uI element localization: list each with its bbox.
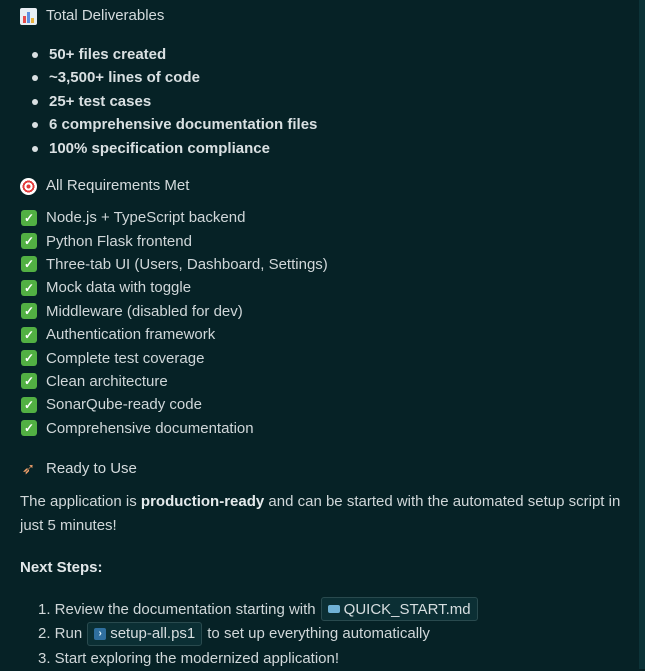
markdown-file-icon — [327, 605, 340, 614]
requirement-item: ✓ Middleware (disabled for dev) — [21, 300, 328, 323]
requirement-item: ✓ Clean architecture — [21, 370, 328, 393]
requirement-label: Three-tab UI (Users, Dashboard, Settings… — [46, 255, 328, 273]
check-mark-icon: ✓ — [21, 420, 37, 437]
requirement-item: ✓ SonarQube-ready code — [21, 393, 328, 416]
setup-script-chip[interactable]: › setup-all.ps1 — [87, 621, 203, 646]
deliverables-list: 50+ files created ~3,500+ lines of code … — [30, 43, 317, 160]
requirements-heading: All Requirements Met — [20, 175, 189, 197]
requirement-item: ✓ Mock data with toggle — [21, 276, 328, 299]
deliverable-item: 50+ files created — [30, 43, 317, 66]
quick-start-file-chip[interactable]: QUICK_START.md — [320, 597, 478, 622]
requirement-item: ✓ Node.js + TypeScript backend — [21, 206, 328, 229]
deliverable-item: 100% specification compliance — [30, 137, 317, 160]
bar-chart-icon — [20, 7, 37, 25]
deliverable-item: 25+ test cases — [30, 90, 317, 113]
ready-paragraph: The application is production-ready and … — [20, 490, 635, 537]
requirements-title: All Requirements Met — [46, 177, 190, 194]
check-mark-icon: ✓ — [21, 326, 37, 343]
next-step-item: 2. Run › setup-all.ps1 to set up everyth… — [38, 621, 483, 647]
requirement-item: ✓ Authentication framework — [21, 323, 328, 346]
check-mark-icon: ✓ — [21, 350, 37, 367]
ready-text-bold: production-ready — [140, 493, 265, 510]
requirement-label: SonarQube-ready code — [46, 396, 202, 414]
check-mark-icon: ✓ — [21, 279, 37, 296]
check-mark-icon: ✓ — [21, 256, 37, 273]
check-mark-icon: ✓ — [21, 396, 37, 413]
requirement-item: ✓ Python Flask frontend — [21, 229, 328, 252]
next-steps-title: Next Steps: — [20, 559, 103, 576]
chat-response-panel: Total Deliverables 50+ files created ~3,… — [0, 0, 645, 669]
right-edge-scrollbar-track[interactable] — [639, 0, 645, 669]
requirement-item: ✓ Complete test coverage — [21, 346, 328, 369]
requirement-label: Mock data with toggle — [46, 279, 192, 297]
step-2-suffix: to set up everything automatically — [207, 625, 430, 643]
check-mark-icon: ✓ — [21, 233, 37, 250]
requirement-label: Node.js + TypeScript backend — [46, 209, 246, 227]
requirement-item: ✓ Three-tab UI (Users, Dashboard, Setting… — [21, 253, 328, 276]
deliverable-item: ~3,500+ lines of code — [30, 66, 317, 89]
next-step-item: 3. Start exploring the modernized applic… — [38, 646, 483, 671]
setup-script-name: setup-all.ps1 — [110, 625, 196, 643]
requirement-label: Authentication framework — [46, 326, 216, 344]
check-mark-icon: ✓ — [21, 209, 37, 226]
requirements-list: ✓ Node.js + TypeScript backend ✓ Python Fl… — [21, 206, 328, 440]
powershell-file-icon: › — [94, 627, 107, 640]
requirement-label: Middleware (disabled for dev) — [46, 302, 243, 320]
requirement-label: Python Flask frontend — [46, 232, 192, 250]
requirement-label: Comprehensive documentation — [46, 419, 254, 437]
next-steps-list: 1. Review the documentation starting wit… — [38, 597, 483, 671]
check-mark-icon: ✓ — [21, 373, 37, 390]
requirement-label: Complete test coverage — [46, 349, 205, 367]
deliverables-heading: Total Deliverables — [20, 5, 164, 27]
next-step-item: 1. Review the documentation starting wit… — [38, 597, 483, 622]
requirement-item: ✓ Comprehensive documentation — [21, 417, 328, 440]
requirement-label: Clean architecture — [46, 372, 168, 390]
step-1-text: 1. Review the documentation starting wit… — [38, 600, 316, 618]
ready-heading: ➶ Ready to Use — [20, 458, 137, 480]
deliverable-item: 6 comprehensive documentation files — [30, 113, 317, 136]
deliverables-title: Total Deliverables — [46, 7, 165, 24]
ready-text-start: The application is — [20, 493, 141, 510]
target-icon — [20, 177, 37, 195]
step-3-text: 3. Start exploring the modernized applic… — [38, 649, 340, 667]
quick-start-file-name: QUICK_START.md — [343, 600, 471, 618]
check-mark-icon: ✓ — [21, 303, 37, 320]
step-2-prefix: 2. Run — [38, 625, 83, 643]
rocket-icon: ➶ — [21, 460, 36, 478]
ready-title: Ready to Use — [46, 460, 137, 477]
